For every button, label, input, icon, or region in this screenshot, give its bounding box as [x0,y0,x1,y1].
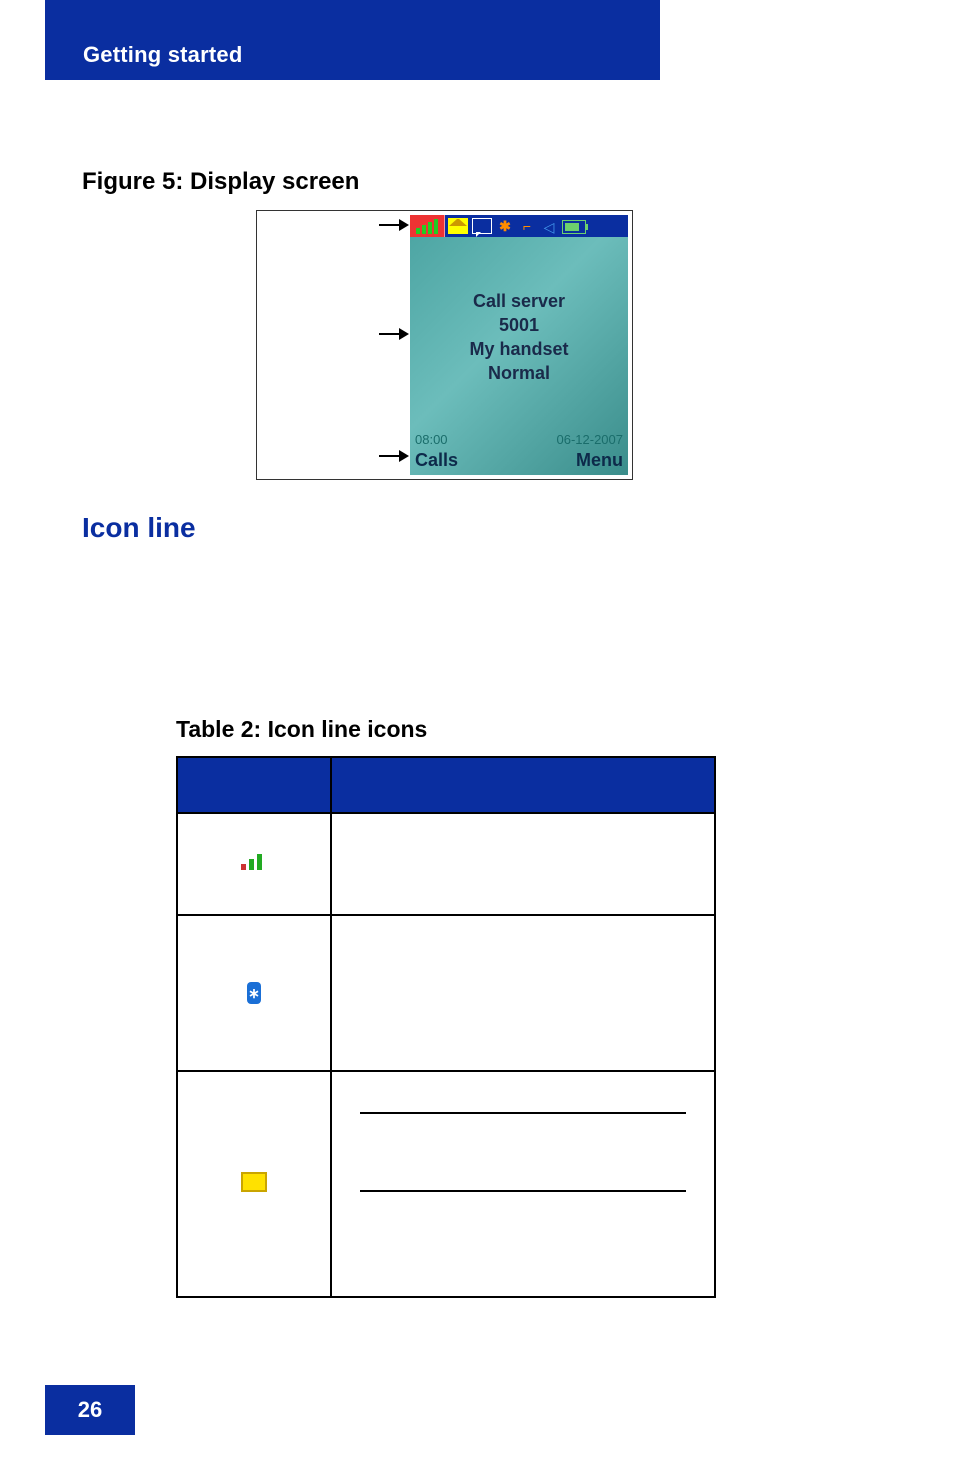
keylock-icon: ⌐ [518,219,536,233]
reference-underline [360,1190,686,1192]
icon-cell: ∗ [177,915,331,1071]
icon-cell [177,1071,331,1297]
table-caption: Table 2: Icon line icons [176,716,427,743]
profile-label: Normal [410,361,628,385]
screen-datetime: 08:00 06-12-2007 [415,432,623,447]
table-row: ∗ [177,915,715,1071]
icon-line: ✱ ⌐ ◁ [410,215,628,237]
icon-table: ∗ [176,756,716,1298]
status-icons: ✱ ⌐ ◁ [445,215,628,237]
message-icon [448,218,468,234]
handset-label: My handset [410,337,628,361]
mute-icon: ◁ [540,219,558,233]
callout-arrow-softkey-line [379,455,407,457]
table-row [177,1071,715,1297]
table-header-description [331,757,715,813]
section-heading: Icon line [82,512,196,544]
vibrate-icon: ✱ [496,219,514,233]
table-row [177,813,715,915]
screen-date: 06-12-2007 [557,432,624,447]
page-number: 26 [45,1385,135,1435]
softkey-left: Calls [415,450,458,471]
bluetooth-icon: ∗ [247,982,261,1004]
callout-arrow-icon-line [379,224,407,226]
call-server-label: Call server [410,289,628,313]
section-name: Getting started [83,42,242,68]
battery-icon [562,220,586,234]
message-icon [241,1172,267,1192]
table-header-icon [177,757,331,813]
screen-time: 08:00 [415,432,448,447]
desc-cell [331,1071,715,1297]
figure-box: ✱ ⌐ ◁ Call server 5001 My handset Normal… [256,210,633,480]
table-header-row [177,757,715,813]
signal-strength-icon [237,852,271,872]
phone-screen: ✱ ⌐ ◁ Call server 5001 My handset Normal… [410,215,628,475]
callout-arrow-text-lines [379,333,407,335]
signal-icon [410,215,445,237]
header-band: Getting started [45,0,660,80]
figure-caption: Figure 5: Display screen [82,168,359,196]
dialog-icon [472,218,492,234]
desc-cell [331,915,715,1071]
softkey-line: Calls Menu [415,450,623,471]
icon-cell [177,813,331,915]
call-server-number: 5001 [410,313,628,337]
page: Getting started Figure 5: Display screen… [0,0,954,1475]
softkey-right: Menu [576,450,623,471]
desc-cell [331,813,715,915]
screen-info-block: Call server 5001 My handset Normal [410,289,628,385]
